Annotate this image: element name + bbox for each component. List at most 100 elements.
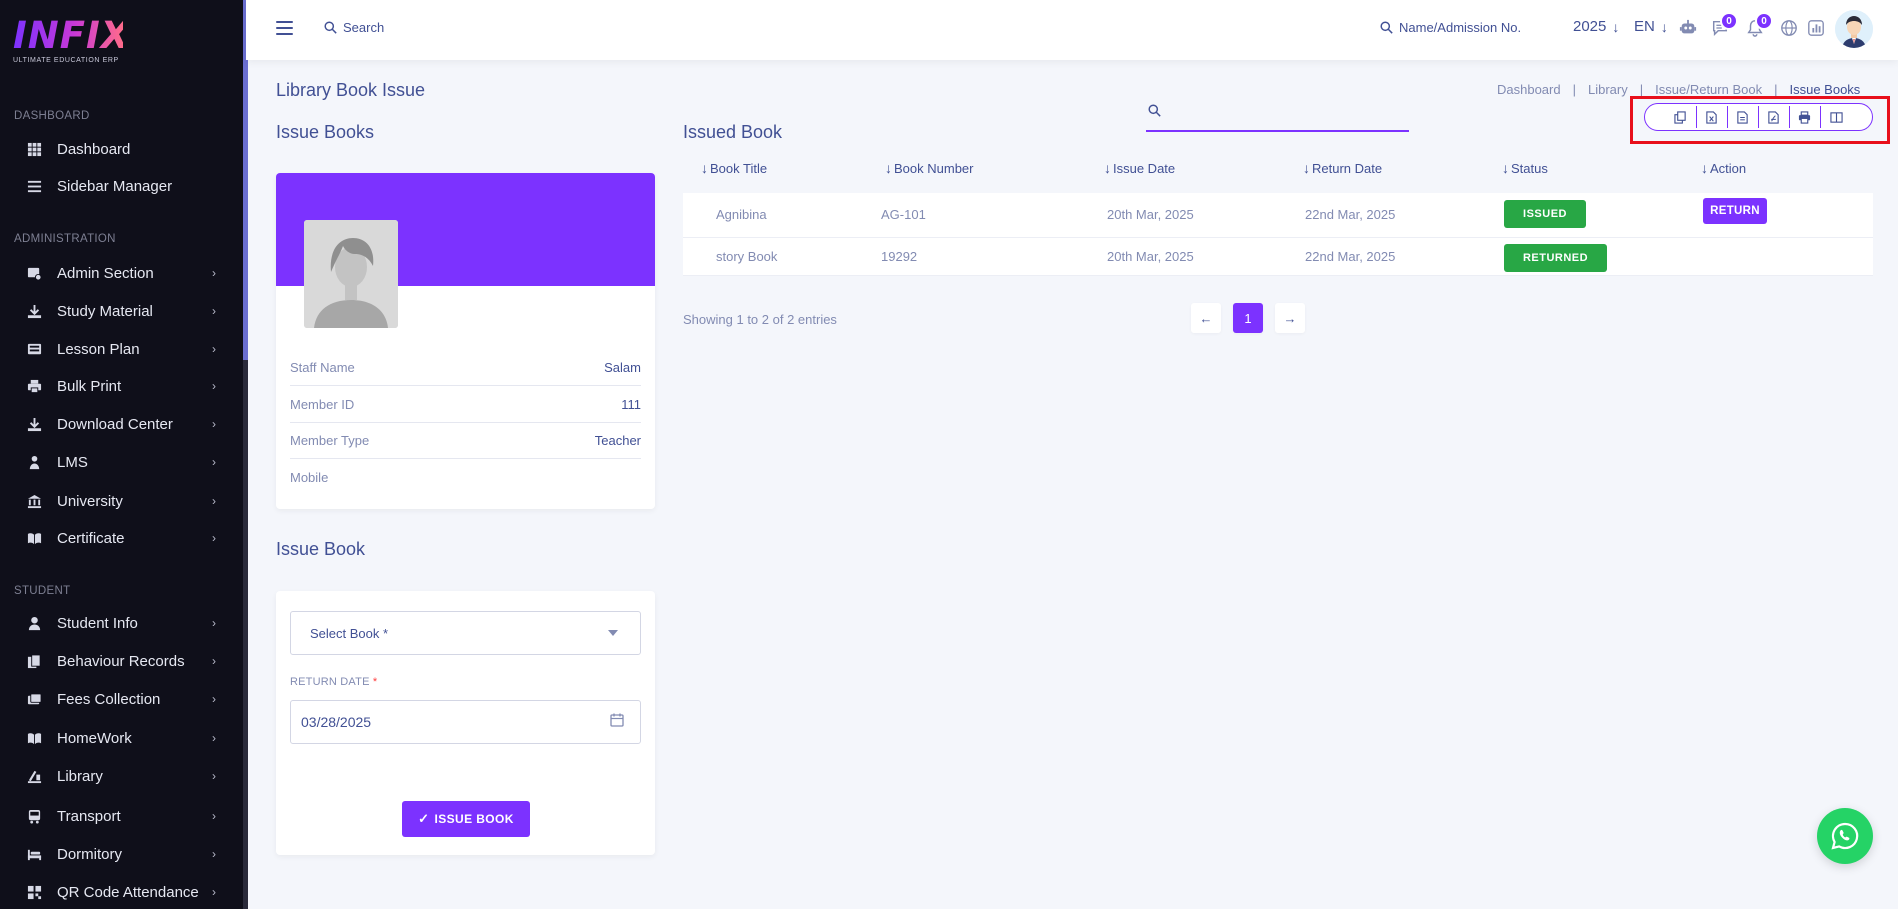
cell-issue-date: 20th Mar, 2025 [1107, 249, 1194, 264]
sidebar-item-label: Study Material [57, 302, 153, 320]
search-icon [1380, 21, 1393, 34]
menu-lines-icon [26, 178, 42, 194]
breadcrumb-library[interactable]: Library [1588, 82, 1628, 97]
sidebar-item-label: Certificate [57, 529, 125, 547]
info-row-mobile: Mobile [290, 459, 641, 496]
section-title-dashboard: DASHBOARD [14, 110, 90, 122]
sidebar-item-lesson-plan[interactable]: Lesson Plan › [0, 332, 243, 366]
chevron-right-icon: › [212, 531, 216, 545]
sidebar-item-dashboard[interactable]: Dashboard [0, 132, 243, 166]
chevron-right-icon: › [212, 654, 216, 668]
breadcrumb-issue-return-book[interactable]: Issue/Return Book [1655, 82, 1762, 97]
column-header-book-number[interactable]: ↓ Book Number [885, 160, 973, 176]
academic-year-select[interactable]: 2025 ↓ [1573, 18, 1619, 35]
status-badge: RETURNED [1504, 244, 1607, 272]
breadcrumb-separator: | [1639, 82, 1644, 97]
student-search[interactable]: Name/Admission No. [1380, 20, 1521, 35]
sidebar-item-dormitory[interactable]: Dormitory › [0, 837, 243, 871]
select-book-dropdown[interactable]: Select Book * [290, 611, 641, 655]
avatar[interactable] [1835, 10, 1873, 48]
sort-arrow-icon: ↓ [1502, 160, 1509, 176]
chevron-right-icon: › [212, 692, 216, 706]
book-icon [26, 730, 42, 746]
page-number-button[interactable]: 1 [1233, 303, 1263, 333]
next-page-icon[interactable]: → [1275, 303, 1305, 333]
issue-book-heading: Issue Book [276, 539, 366, 559]
money-icon [26, 691, 42, 707]
breadcrumb-dashboard[interactable]: Dashboard [1497, 82, 1561, 97]
sidebar-item-certificate[interactable]: Certificate › [0, 521, 243, 555]
sidebar-item-label: QR Code Attendance [57, 883, 199, 901]
robot-icon[interactable] [1678, 18, 1698, 38]
issue-books-heading: Issue Books [276, 122, 375, 142]
breadcrumb-separator: | [1774, 82, 1778, 97]
info-row-member-type: Member Type Teacher [290, 422, 641, 459]
sidebar-item-download-center[interactable]: Download Center › [0, 407, 243, 441]
sidebar-item-label: Sidebar Manager [57, 177, 173, 195]
sidebar-item-homework[interactable]: HomeWork › [0, 721, 243, 755]
chevron-right-icon: › [212, 266, 216, 280]
sidebar-item-university[interactable]: University › [0, 484, 243, 518]
printer-icon [26, 378, 42, 394]
chevron-right-icon: › [212, 885, 216, 899]
column-header-book-title[interactable]: ↓ Book Title [701, 160, 767, 176]
menu-search[interactable]: Search [324, 20, 384, 35]
language-select[interactable]: EN ↓ [1634, 18, 1668, 35]
column-header-label: Issue Date [1113, 160, 1176, 176]
cell-return-date: 22nd Mar, 2025 [1305, 207, 1396, 222]
section-title-student: STUDENT [14, 585, 71, 597]
menu-search-label: Search [343, 20, 385, 35]
return-date-input[interactable]: 03/28/2025 [290, 700, 641, 744]
download-icon [26, 303, 42, 319]
sidebar-item-qr-code-attendance[interactable]: QR Code Attendance › [0, 875, 243, 909]
info-row-member-id: Member ID 111 [290, 386, 641, 423]
cell-return-date: 22nd Mar, 2025 [1305, 249, 1396, 264]
logo[interactable]: INFIX ULTIMATE EDUCATION ERP [13, 16, 129, 66]
message-icon[interactable]: 0 [1710, 12, 1738, 38]
student-search-label: Name/Admission No. [1399, 20, 1522, 35]
language-value: EN [1634, 18, 1655, 35]
info-label: Mobile [290, 470, 329, 485]
sidebar-scrollbar[interactable] [243, 0, 248, 909]
select-book-placeholder: Select Book * [310, 625, 389, 641]
sidebar-item-sidebar-manager[interactable]: Sidebar Manager [0, 169, 243, 203]
column-header-return-date[interactable]: ↓ Return Date [1303, 160, 1382, 176]
sidebar-item-fees-collection[interactable]: Fees Collection › [0, 682, 243, 716]
institution-icon [26, 493, 42, 509]
arrow-down-icon: ↓ [1612, 18, 1620, 35]
book-icon [26, 530, 42, 546]
user-icon [26, 615, 42, 631]
info-label: Member Type [290, 432, 370, 448]
sidebar-item-library[interactable]: Library › [0, 759, 243, 793]
sidebar-item-admin-section[interactable]: Admin Section › [0, 256, 243, 290]
calendar-icon[interactable] [610, 713, 624, 727]
column-header-status[interactable]: ↓ Status [1502, 160, 1548, 176]
prev-page-icon[interactable]: ← [1191, 303, 1221, 333]
column-header-label: Status [1511, 160, 1548, 176]
notifications-count-badge: 0 [1755, 12, 1773, 30]
info-value: Salam [604, 359, 641, 375]
return-button[interactable]: RETURN [1703, 198, 1767, 224]
sidebar-item-lms[interactable]: LMS › [0, 445, 243, 479]
whatsapp-icon[interactable] [1817, 808, 1873, 864]
sidebar-item-bulk-print[interactable]: Bulk Print › [0, 369, 243, 403]
hamburger-menu-icon[interactable] [276, 21, 293, 35]
globe-icon[interactable] [1779, 18, 1799, 38]
table-search-input[interactable] [1146, 100, 1409, 132]
column-header-action[interactable]: ↓ Action [1701, 160, 1746, 176]
sidebar-item-student-info[interactable]: Student Info › [0, 606, 243, 640]
chevron-right-icon: › [212, 379, 216, 393]
bed-icon [26, 846, 42, 862]
sidebar-item-study-material[interactable]: Study Material › [0, 294, 243, 328]
cell-book-number: 19292 [881, 249, 918, 264]
search-icon [324, 21, 337, 34]
sidebar-item-behaviour-records[interactable]: Behaviour Records › [0, 644, 243, 678]
sidebar-item-transport[interactable]: Transport › [0, 799, 243, 833]
report-chart-icon[interactable] [1806, 18, 1826, 38]
return-date-label: RETURN DATE * [290, 676, 377, 688]
issue-book-button[interactable]: ✓ ISSUE BOOK [402, 801, 530, 837]
column-header-issue-date[interactable]: ↓ Issue Date [1104, 160, 1175, 176]
column-header-label: Book Title [710, 160, 768, 176]
bell-icon[interactable]: 0 [1745, 12, 1773, 38]
arrow-down-icon: ↓ [1660, 18, 1668, 35]
